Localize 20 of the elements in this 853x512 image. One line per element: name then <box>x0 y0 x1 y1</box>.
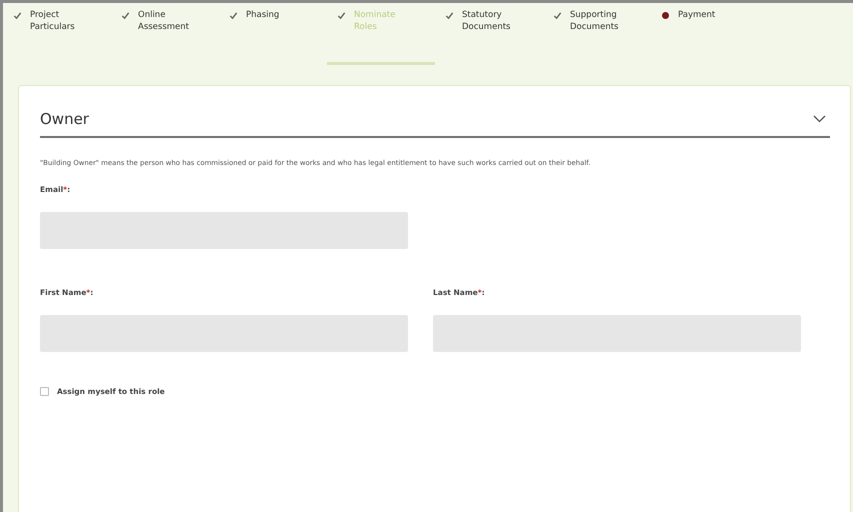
check-icon <box>121 11 130 20</box>
step-tab[interactable]: Online Assessment <box>111 3 219 65</box>
step-tab[interactable]: Payment <box>651 3 759 65</box>
input-field[interactable] <box>433 315 801 352</box>
step-tab[interactable]: Phasing <box>219 3 327 65</box>
input-field[interactable] <box>40 315 408 352</box>
chevron-icon <box>813 115 826 124</box>
section-header[interactable]: Owner <box>40 96 830 138</box>
check-icon <box>337 11 346 20</box>
step-tab[interactable]: Project Particulars <box>3 3 111 65</box>
checkbox[interactable] <box>40 387 49 396</box>
check-icon <box>553 11 562 20</box>
dot-icon <box>662 12 669 19</box>
check-icon <box>229 11 238 20</box>
step-tab[interactable]: Supporting Documents <box>543 3 651 65</box>
input-field[interactable] <box>40 212 408 250</box>
check-icon <box>13 11 22 20</box>
step-tab[interactable]: Statutory Documents <box>435 3 543 65</box>
check-icon <box>445 11 454 20</box>
section-title: Owner <box>40 109 89 130</box>
